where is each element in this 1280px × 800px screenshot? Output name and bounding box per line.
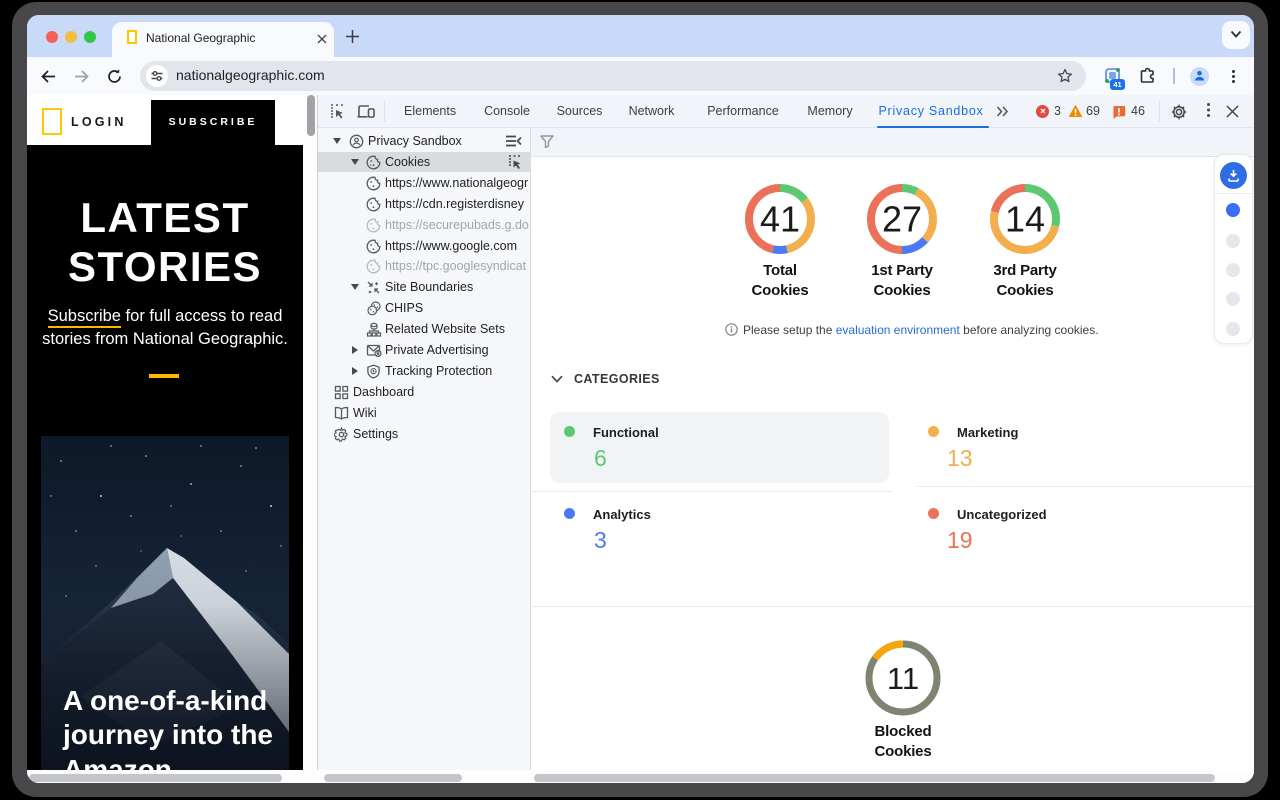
- svg-text:27: 27: [882, 199, 922, 240]
- svg-text:41: 41: [760, 199, 800, 240]
- svg-text:14: 14: [1005, 199, 1045, 240]
- svg-text:11: 11: [887, 661, 919, 696]
